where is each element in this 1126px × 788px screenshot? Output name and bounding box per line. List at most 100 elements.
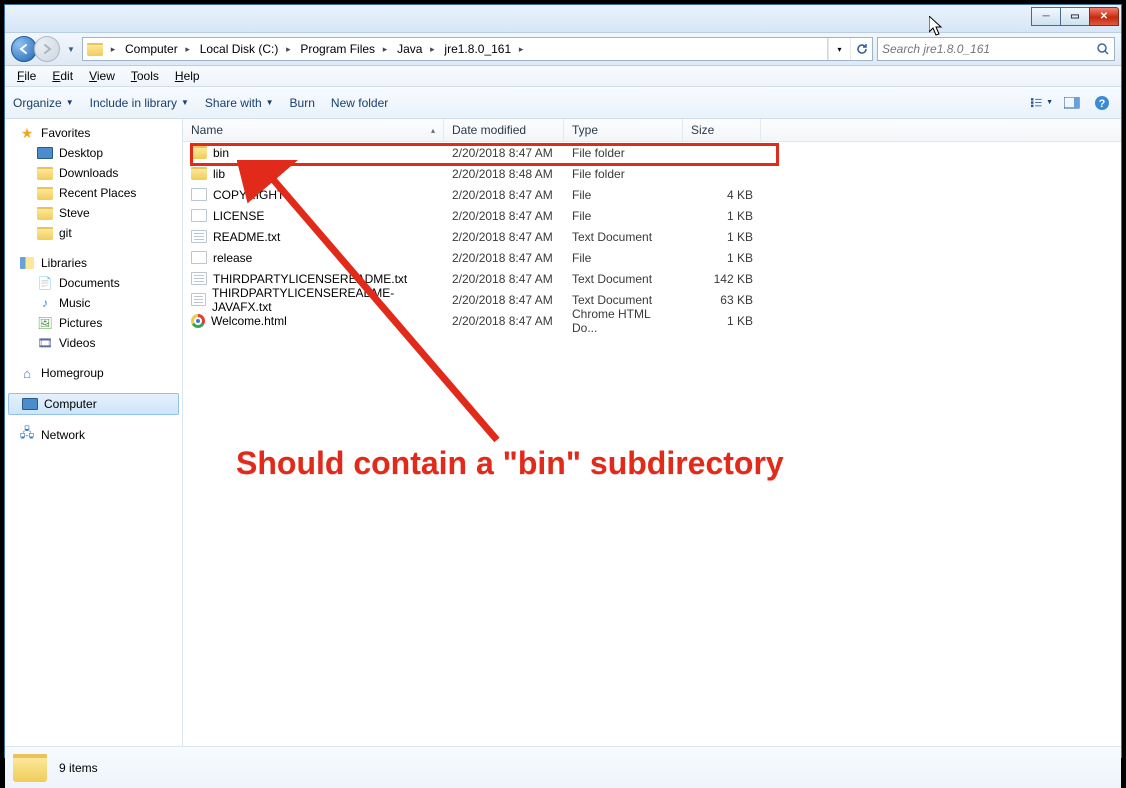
minimize-button[interactable]: ─ xyxy=(1031,7,1061,26)
breadcrumb-dropdown[interactable]: ▾ xyxy=(828,38,850,60)
sidebar-homegroup[interactable]: ⌂ Homegroup xyxy=(5,363,182,383)
navigation-pane: ★ Favorites Desktop DownloadsRecent Place… xyxy=(5,119,183,746)
sidebar-item[interactable]: ♪Music xyxy=(5,293,182,313)
file-date: 2/20/2018 8:48 AM xyxy=(444,167,564,181)
column-date-modified[interactable]: Date modified xyxy=(444,119,564,141)
tool-new-folder[interactable]: New folder xyxy=(331,96,388,110)
breadcrumb-bar[interactable]: ▸ Computer▸Local Disk (C:)▸Program Files… xyxy=(82,37,873,61)
sidebar-item-label: git xyxy=(59,226,72,240)
breadcrumb-arrow-icon[interactable]: ▸ xyxy=(426,44,438,55)
file-type: File folder xyxy=(564,167,683,181)
file-row[interactable]: lib2/20/2018 8:48 AMFile folder xyxy=(183,163,1121,184)
desktop-icon xyxy=(37,145,53,161)
sidebar-header-label: Libraries xyxy=(41,256,87,270)
menu-tools[interactable]: Tools xyxy=(123,67,167,85)
search-input[interactable] xyxy=(882,42,1096,56)
file-icon xyxy=(191,251,207,264)
chevron-down-icon: ▼ xyxy=(1046,99,1053,106)
sidebar-item-label: Desktop xyxy=(59,146,103,160)
homegroup-icon: ⌂ xyxy=(19,365,35,381)
menu-file[interactable]: File xyxy=(9,67,44,85)
nav-history-dropdown[interactable]: ▼ xyxy=(64,37,78,61)
file-row[interactable]: LICENSE2/20/2018 8:47 AMFile1 KB xyxy=(183,205,1121,226)
file-type: Chrome HTML Do... xyxy=(564,307,683,335)
help-button[interactable]: ? xyxy=(1091,92,1113,114)
help-icon: ? xyxy=(1094,95,1110,111)
breadcrumb-arrow-icon[interactable]: ▸ xyxy=(282,44,294,55)
folder-icon xyxy=(13,754,47,782)
file-name: Welcome.html xyxy=(211,314,287,328)
status-bar: 9 items xyxy=(5,746,1121,788)
status-item-count: 9 items xyxy=(59,761,98,775)
sidebar-network[interactable]: 🖧 Network xyxy=(5,425,182,445)
sidebar-item-label: Videos xyxy=(59,336,95,350)
breadcrumb-arrow-icon[interactable]: ▸ xyxy=(515,44,527,55)
file-size: 4 KB xyxy=(683,188,761,202)
file-size: 63 KB xyxy=(683,293,761,307)
file-icon xyxy=(191,209,207,222)
menu-edit[interactable]: Edit xyxy=(44,67,81,85)
chevron-down-icon: ▼ xyxy=(66,98,74,107)
nav-forward-button[interactable] xyxy=(34,36,60,62)
sidebar-item[interactable]: Desktop xyxy=(5,143,182,163)
tool-share-with[interactable]: Share with▼ xyxy=(205,96,274,110)
svg-text:?: ? xyxy=(1099,98,1106,110)
tool-include-library[interactable]: Include in library▼ xyxy=(90,96,189,110)
file-row[interactable]: bin2/20/2018 8:47 AMFile folder xyxy=(183,142,1121,163)
tool-organize[interactable]: Organize▼ xyxy=(13,96,74,110)
file-type: Text Document xyxy=(564,272,683,286)
tool-burn[interactable]: Burn xyxy=(290,96,315,110)
breadcrumb-segment[interactable]: jre1.8.0_161 xyxy=(438,38,515,60)
file-list-pane: Name▴ Date modified Type Size bin 2/20/20… xyxy=(183,119,1121,746)
file-type: Text Document xyxy=(564,293,683,307)
file-size: 1 KB xyxy=(683,230,761,244)
column-size[interactable]: Size xyxy=(683,119,761,141)
maximize-button[interactable]: ▭ xyxy=(1060,7,1090,26)
preview-pane-button[interactable] xyxy=(1061,92,1083,114)
view-options-button[interactable]: ▼ xyxy=(1031,92,1053,114)
search-box[interactable] xyxy=(877,37,1115,61)
file-date: 2/20/2018 8:47 AM xyxy=(444,293,564,307)
sidebar-favorites-header[interactable]: ★ Favorites xyxy=(5,123,182,143)
sidebar-item[interactable]: 🎞Videos xyxy=(5,333,182,353)
file-row[interactable]: Welcome.html2/20/2018 8:47 AMChrome HTML… xyxy=(183,310,1121,331)
breadcrumb-arrow-icon[interactable]: ▸ xyxy=(182,44,194,55)
breadcrumb-segment[interactable]: Computer xyxy=(119,38,182,60)
sidebar-item[interactable]: git xyxy=(5,223,182,243)
sidebar-item[interactable]: 📄Documents xyxy=(5,273,182,293)
folder-icon xyxy=(37,165,53,181)
file-type: File xyxy=(564,188,683,202)
music-icon: ♪ xyxy=(37,295,53,311)
sidebar-libraries-header[interactable]: Libraries xyxy=(5,253,182,273)
sidebar-item[interactable]: Recent Places xyxy=(5,183,182,203)
column-name[interactable]: Name▴ xyxy=(183,119,444,141)
breadcrumb-segment[interactable]: Program Files xyxy=(294,38,379,60)
menu-help[interactable]: Help xyxy=(167,67,208,85)
folder-icon xyxy=(37,205,53,221)
file-name: bin xyxy=(213,146,229,160)
file-date: 2/20/2018 8:47 AM xyxy=(444,146,564,160)
folder-icon xyxy=(37,225,53,241)
breadcrumb-root-arrow[interactable]: ▸ xyxy=(107,44,119,55)
menu-view[interactable]: View xyxy=(81,67,123,85)
breadcrumb-segment[interactable]: Java xyxy=(391,38,426,60)
menubar: File Edit View Tools Help xyxy=(5,66,1121,87)
file-row[interactable]: release2/20/2018 8:47 AMFile1 KB xyxy=(183,247,1121,268)
sidebar-item[interactable]: Steve xyxy=(5,203,182,223)
column-type[interactable]: Type xyxy=(564,119,683,141)
sidebar-item[interactable]: 🖼Pictures xyxy=(5,313,182,333)
arrow-left-icon xyxy=(18,43,30,55)
close-button[interactable]: ✕ xyxy=(1089,7,1119,26)
sidebar-item-label: Pictures xyxy=(59,316,102,330)
titlebar: ─ ▭ ✕ xyxy=(5,5,1121,33)
sort-asc-icon: ▴ xyxy=(431,126,435,135)
breadcrumb-segment[interactable]: Local Disk (C:) xyxy=(194,38,283,60)
file-row[interactable]: README.txt2/20/2018 8:47 AMText Document… xyxy=(183,226,1121,247)
breadcrumb-arrow-icon[interactable]: ▸ xyxy=(379,44,391,55)
sidebar-item-label: Computer xyxy=(44,397,97,411)
file-row[interactable]: COPYRIGHT2/20/2018 8:47 AMFile4 KB xyxy=(183,184,1121,205)
sidebar-item-label: Steve xyxy=(59,206,90,220)
sidebar-computer[interactable]: Computer xyxy=(8,393,179,415)
refresh-button[interactable] xyxy=(850,38,872,60)
sidebar-item[interactable]: Downloads xyxy=(5,163,182,183)
